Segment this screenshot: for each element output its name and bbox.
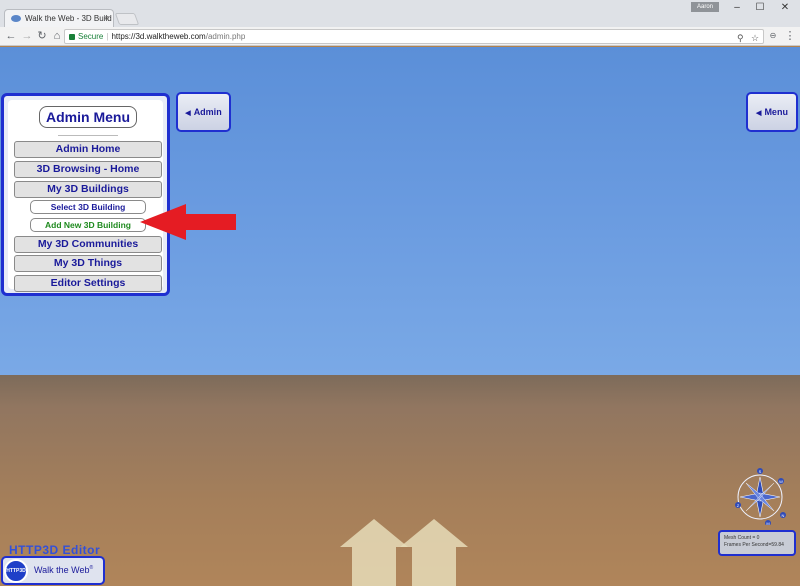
url-path: /admin.php xyxy=(205,32,246,41)
caret-left-icon: ◀ xyxy=(185,110,191,117)
menu-toggle-button[interactable]: ◀ Menu xyxy=(746,92,798,132)
pin-icon[interactable]: ⚲ xyxy=(737,32,744,45)
walktheweb-brand-button[interactable]: HTTP3D Walk the Web® xyxy=(1,556,105,585)
browser-toolbar: ← → ↻ ⌂ Secure | https://3d.walktheweb.com… xyxy=(0,27,800,46)
browser-tab[interactable]: Walk the Web - 3D Build × xyxy=(4,9,114,27)
admin-menu-inner: Admin Menu Admin Home 3D Browsing - Home… xyxy=(8,100,163,292)
back-arrow-icon[interactable]: ← xyxy=(5,30,17,42)
maximize-icon[interactable]: ☐ xyxy=(753,2,767,13)
bookmark-star-icon[interactable]: ☆ xyxy=(751,32,759,45)
address-bar[interactable]: Secure | https://3d.walktheweb.com/admin.p… xyxy=(64,29,764,44)
new-tab-button[interactable] xyxy=(114,13,140,25)
brand-text: Walk the Web® xyxy=(34,565,93,575)
registered-mark: ® xyxy=(89,565,94,571)
secure-label: Secure xyxy=(78,32,104,41)
add-new-3d-building-button[interactable]: Add New 3D Building xyxy=(30,218,146,232)
tab-title: Walk the Web - 3D Build xyxy=(25,14,112,23)
menu-toggle-label: Menu xyxy=(764,107,788,117)
browser-titlebar: Walk the Web - 3D Build × Aaron – ☐ ✕ xyxy=(0,0,800,27)
move-forward-arrows-icon[interactable] xyxy=(340,519,470,586)
url-host: https://3d.walktheweb.com xyxy=(111,32,206,41)
home-icon[interactable]: ⌂ xyxy=(51,30,63,42)
3d-scene[interactable]: Admin Menu Admin Home 3D Browsing - Home… xyxy=(0,47,800,586)
minimize-icon[interactable]: – xyxy=(730,2,744,13)
compass-letter: W xyxy=(779,479,783,484)
editor-label: HTTP3D Editor xyxy=(9,543,101,557)
compass-letter: M xyxy=(766,521,769,525)
admin-menu-title: Admin Menu xyxy=(39,106,137,128)
admin-menu-panel: Admin Menu Admin Home 3D Browsing - Home… xyxy=(1,93,170,296)
tab-close-icon[interactable]: × xyxy=(104,13,109,23)
compass-letter: N xyxy=(782,513,785,518)
select-3d-building-button[interactable]: Select 3D Building xyxy=(30,200,146,214)
extension-icon[interactable]: ⊖ xyxy=(767,30,779,42)
separator: | xyxy=(106,32,109,41)
my-3d-things-button[interactable]: My 3D Things xyxy=(14,255,162,272)
brand-name: Walk the Web xyxy=(34,565,90,575)
red-pointer-arrow-icon xyxy=(140,204,236,240)
close-window-icon[interactable]: ✕ xyxy=(778,2,792,13)
chrome-menu-icon[interactable]: ⋮ xyxy=(784,30,796,42)
admin-toggle-button[interactable]: ◀ Admin xyxy=(176,92,231,132)
admin-toggle-label: Admin xyxy=(193,107,222,117)
lock-icon xyxy=(69,33,75,40)
title-divider xyxy=(58,135,118,136)
render-stats-panel: Mesh Count = 0 Frames Per Second=59.84 xyxy=(718,530,796,556)
compass-letter: S xyxy=(759,469,762,474)
compass-rose-icon[interactable]: S W Z M N xyxy=(734,467,786,525)
forward-arrow-icon[interactable]: → xyxy=(21,30,33,42)
mesh-count: Mesh Count = 0 xyxy=(724,535,760,541)
editor-settings-button[interactable]: Editor Settings xyxy=(14,275,162,292)
3d-browsing-home-button[interactable]: 3D Browsing - Home xyxy=(14,161,162,178)
caret-left-icon: ◀ xyxy=(756,110,762,117)
admin-home-button[interactable]: Admin Home xyxy=(14,141,162,158)
http3d-logo-icon: HTTP3D xyxy=(4,559,28,583)
frames-per-second: Frames Per Second=59.84 xyxy=(724,542,784,548)
profile-badge[interactable]: Aaron xyxy=(691,2,719,12)
reload-icon[interactable]: ↻ xyxy=(36,30,48,42)
walktheweb-favicon-icon xyxy=(11,15,21,22)
my-3d-buildings-button[interactable]: My 3D Buildings xyxy=(14,181,162,198)
